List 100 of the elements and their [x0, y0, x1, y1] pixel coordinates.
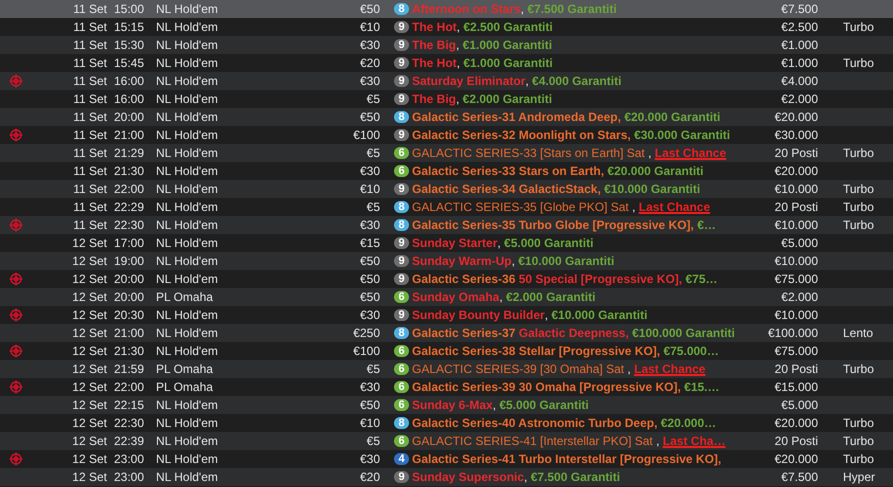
- table-row[interactable]: 11 Set 20:00 NL Hold'em €50 8 Galactic Series-31 Andromeda Deep, €20.000 Garantiti €20.000: [0, 108, 893, 126]
- player-count-badge: 8: [394, 201, 409, 213]
- player-count-badge: 6: [394, 399, 409, 411]
- tournament-name: The Big, €2.000 Garantiti: [412, 92, 552, 106]
- table-row[interactable]: 12 Set 22:39 NL Hold'em €5 6 GALACTIC SERIES-41 [Interstellar PKO] Sat , Last Cha… 20 Posti Turbo: [0, 432, 893, 450]
- time-cell-text: 22:29: [113, 200, 146, 214]
- guarantee-cell-text: €20.000: [774, 416, 818, 430]
- speed-cell: Turbo: [843, 200, 874, 214]
- date-cell-text: 12 Set: [71, 326, 107, 340]
- tournament-name: The Hot, €2.500 Garantiti: [412, 20, 553, 34]
- buyin-cell-text: €100: [352, 344, 380, 358]
- player-count-badge: 6: [394, 345, 409, 357]
- time-cell-text: 16:00: [113, 74, 146, 88]
- date-cell-text: 11 Set: [72, 218, 107, 232]
- speed-cell: Turbo: [843, 182, 874, 196]
- date-cell-text: 11 Set: [72, 182, 107, 196]
- last-chance-link[interactable]: Last Chance: [638, 200, 710, 214]
- player-count-badge: 6: [394, 147, 409, 159]
- tournament-name: Afternoon on Stars, €7.500 Garantiti: [412, 2, 617, 16]
- game-cell-text: NL Hold'em: [155, 434, 219, 448]
- date-cell-text: 12 Set: [71, 362, 107, 376]
- guarantee-cell-text: €1.000: [780, 56, 818, 70]
- table-row[interactable]: 12 Set 22:15 NL Hold'em €50 6 Sunday 6-Max, €5.000 Garantiti €5.000: [0, 396, 893, 414]
- player-count-badge: 9: [394, 237, 409, 249]
- guarantee-cell-text: 20 Posti: [774, 434, 818, 448]
- player-count-badge: 9: [394, 273, 409, 285]
- date-cell-text: 11 Set: [72, 74, 107, 88]
- speed-cell: Turbo: [843, 416, 874, 430]
- buyin-cell-text: €250: [352, 326, 380, 340]
- tournament-name: Sunday Supersonic, €7.500 Garantiti: [412, 470, 620, 484]
- table-row[interactable]: 11 Set 21:29 NL Hold'em €5 6 GALACTIC SERIES-33 [Stars on Earth] Sat , Last Chance 20 Posti Turbo: [0, 144, 893, 162]
- table-row[interactable]: 11 Set 15:30 NL Hold'em €30 9 The Big, €1.000 Garantiti €1.000: [0, 36, 893, 54]
- game-cell-text: NL Hold'em: [155, 182, 219, 196]
- tournament-name: GALACTIC SERIES-35 [Globe PKO] Sat , Last Chance: [412, 200, 710, 214]
- buyin-cell-text: €15: [358, 236, 380, 250]
- game-cell-text: NL Hold'em: [155, 74, 219, 88]
- guarantee-cell-text: €5.000: [780, 398, 818, 412]
- guarantee-cell-text: €10.000: [774, 182, 818, 196]
- table-row[interactable]: 12 Set 23:00 NL Hold'em €20 9 Sunday Supersonic, €7.500 Garantiti €7.500 Hyper: [0, 468, 893, 486]
- table-row[interactable]: 11 Set 22:00 NL Hold'em €10 9 Galactic Series-34 GalacticStack, €10.000 Garantiti €10.000 Turbo: [0, 180, 893, 198]
- time-cell-text: 22:00: [113, 380, 146, 394]
- tournament-name: Galactic Series-34 GalacticStack, €10.000 Garantiti: [412, 182, 700, 196]
- game-cell-text: NL Hold'em: [155, 2, 219, 16]
- time-cell-text: 22:15: [113, 398, 146, 412]
- tournament-name: The Big, €1.000 Garantiti: [412, 38, 552, 52]
- speed-cell: Turbo: [843, 20, 874, 34]
- guarantee-cell-text: €15.000: [774, 380, 818, 394]
- table-row[interactable]: 11 Set 22:30 NL Hold'em €30 8 Galactic Series-35 Turbo Globe [Progressive KO], €… €10.000 Turbo: [0, 216, 893, 234]
- game-cell-text: NL Hold'em: [155, 272, 219, 286]
- table-row[interactable]: 12 Set 21:59 PL Omaha €5 6 GALACTIC SERIES-39 [30 Omaha] Sat , Last Chance 20 Posti Turbo: [0, 360, 893, 378]
- buyin-cell-text: €50: [358, 272, 380, 286]
- buyin-cell-text: €50: [358, 290, 380, 304]
- game-cell-text: NL Hold'em: [155, 236, 219, 250]
- buyin-cell-text: €5: [366, 146, 380, 160]
- buyin-cell-text: €100: [352, 128, 380, 142]
- player-count-badge: 9: [394, 183, 409, 195]
- guarantee-cell-text: 20 Posti: [774, 146, 818, 160]
- time-cell-text: 22:30: [113, 218, 146, 232]
- time-cell-text: 23:00: [113, 452, 146, 466]
- date-cell-text: 11 Set: [72, 200, 107, 214]
- buyin-cell-text: €30: [358, 308, 380, 322]
- tournament-name: Galactic Series-41 Turbo Interstellar [Progressive KO],: [412, 452, 722, 466]
- time-cell-text: 21:00: [113, 128, 146, 142]
- tournament-name: Sunday 6-Max, €5.000 Garantiti: [412, 398, 589, 412]
- game-cell-text: NL Hold'em: [155, 344, 219, 358]
- tournament-name: The Hot, €1.000 Garantiti: [412, 56, 553, 70]
- table-row[interactable]: 12 Set 19:00 NL Hold'em €50 9 Sunday Warm-Up, €10.000 Garantiti €10.000: [0, 252, 893, 270]
- buyin-cell-text: €50: [358, 398, 380, 412]
- date-cell-text: 12 Set: [71, 380, 107, 394]
- game-cell-text: NL Hold'em: [155, 146, 219, 160]
- table-row[interactable]: 12 Set 20:00 PL Omaha €50 6 Sunday Omaha, €2.000 Garantiti €2.000: [0, 288, 893, 306]
- game-cell-text: PL Omaha: [155, 290, 214, 304]
- game-cell-text: NL Hold'em: [155, 452, 219, 466]
- game-cell-text: NL Hold'em: [155, 218, 219, 232]
- table-row[interactable]: 11 Set 15:00 NL Hold'em €50 8 Afternoon on Stars, €7.500 Garantiti €7.500: [0, 0, 893, 18]
- game-cell-text: NL Hold'em: [155, 326, 219, 340]
- buyin-cell-text: €20: [358, 56, 380, 70]
- guarantee-cell-text: €20.000: [774, 452, 818, 466]
- game-cell-text: NL Hold'em: [155, 308, 219, 322]
- player-count-badge: 6: [394, 381, 409, 393]
- tournament-name: Galactic Series-39 30 Omaha [Progressive KO], €15.…: [412, 380, 720, 394]
- guarantee-cell-text: €20.000: [774, 110, 818, 124]
- guarantee-cell-text: €4.000: [780, 74, 818, 88]
- date-cell-text: 12 Set: [71, 254, 107, 268]
- time-cell-text: 17:00: [113, 236, 146, 250]
- buyin-cell-text: €5: [366, 434, 380, 448]
- speed-cell: Turbo: [843, 452, 874, 466]
- table-row[interactable]: 12 Set 21:00 NL Hold'em €250 8 Galactic Series-37 Galactic Deepness, €100.000 Garantiti €100.000 Lento: [0, 324, 893, 342]
- guarantee-cell-text: €2.000: [780, 290, 818, 304]
- player-count-badge: 9: [394, 39, 409, 51]
- table-row[interactable]: 11 Set 16:00 NL Hold'em €30 9 Saturday Eliminator, €4.000 Garantiti €4.000: [0, 72, 893, 90]
- guarantee-cell-text: €75.000: [774, 272, 818, 286]
- game-cell-text: NL Hold'em: [155, 20, 219, 34]
- player-count-badge: 8: [394, 111, 409, 123]
- time-cell-text: 15:00: [113, 2, 146, 16]
- time-cell-text: 20:00: [113, 290, 146, 304]
- player-count-badge: 9: [394, 21, 409, 33]
- speed-cell: Lento: [843, 326, 874, 340]
- guarantee-cell-text: €20.000: [774, 164, 818, 178]
- player-count-badge: 9: [394, 255, 409, 267]
